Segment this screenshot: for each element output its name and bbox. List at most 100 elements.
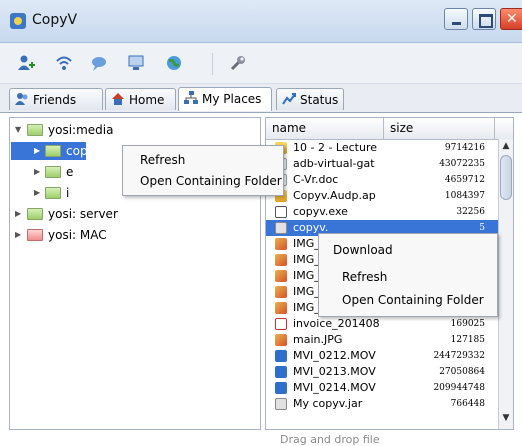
menu-item-download[interactable]: Download	[319, 239, 497, 261]
add-user-icon[interactable]	[17, 54, 35, 72]
file-size: 27050864	[439, 367, 485, 377]
vertical-scrollbar[interactable]: ▲ ▼	[498, 139, 513, 429]
image-icon	[275, 302, 287, 314]
menu-item-open-containing-folder[interactable]: Open Containing Folder	[123, 171, 283, 191]
file-name: MVI_0213.MOV	[293, 365, 376, 378]
image-icon	[275, 334, 287, 346]
tree-context-menu: Refresh Open Containing Folder	[122, 145, 284, 196]
tab-status[interactable]: Status	[276, 88, 344, 110]
chat-icon[interactable]	[90, 54, 108, 72]
image-icon	[275, 286, 287, 298]
menu-item-label: Download	[333, 243, 393, 257]
file-row[interactable]: My copyv.jar 766448	[266, 396, 498, 412]
menu-item-refresh[interactable]: Refresh	[319, 266, 497, 288]
file-context-menu: Download Refresh Open Containing Folder	[318, 233, 498, 317]
movie-icon	[275, 366, 287, 378]
file-list-header: name size	[266, 118, 513, 140]
tree-item-label: yosi: server	[48, 207, 118, 221]
chevron-right-icon[interactable]: ▶	[34, 162, 40, 182]
home-icon	[112, 93, 124, 105]
file-name: My copyv.jar	[293, 397, 363, 410]
chevron-down-icon[interactable]: ▼	[15, 120, 21, 140]
menu-item-refresh[interactable]: Refresh	[123, 150, 283, 170]
maximize-button[interactable]	[472, 8, 496, 30]
file-row[interactable]: MVI_0212.MOV 244729332	[266, 348, 498, 364]
file-name: 10 - 2 - Lecture	[293, 141, 378, 154]
file-size: 209944748	[433, 383, 485, 393]
file-size: 766448	[450, 399, 485, 409]
folder-icon	[27, 124, 43, 136]
file-size: 169025	[450, 319, 485, 329]
scroll-down-icon[interactable]: ▼	[499, 413, 513, 425]
file-row[interactable]: Copyv.Audp.ap 1084397	[266, 188, 498, 204]
exe-icon	[275, 206, 287, 218]
web-icon[interactable]	[165, 54, 183, 72]
file-row[interactable]: MVI_0214.MOV 209944748	[266, 380, 498, 396]
jar-icon	[275, 222, 287, 234]
close-icon: ✕	[506, 11, 518, 27]
column-divider[interactable]	[494, 118, 495, 139]
tree-item-yosi-mac[interactable]: ▶ yosi: MAC	[10, 225, 260, 245]
scroll-up-icon[interactable]: ▲	[499, 141, 513, 153]
image-icon	[275, 254, 287, 266]
menu-item-label: Open Containing Folder	[342, 293, 484, 307]
file-size: 32256	[456, 207, 485, 217]
folder-icon	[45, 166, 61, 178]
tree-item-yosi-media[interactable]: ▼ yosi:media	[10, 120, 260, 140]
menu-item-open-containing-folder[interactable]: Open Containing Folder	[319, 289, 497, 311]
file-name: MVI_0212.MOV	[293, 349, 376, 362]
pdf-icon	[275, 318, 287, 330]
tree-item-yosi-server[interactable]: ▶ yosi: server	[10, 204, 260, 224]
file-row[interactable]: copyv.exe 32256	[266, 204, 498, 220]
tab-friends[interactable]: Friends	[9, 88, 103, 110]
file-row[interactable]: invoice_2014082 169025	[266, 316, 498, 332]
tab-label: My Places	[202, 92, 262, 106]
column-header-name[interactable]: name	[272, 121, 306, 135]
places-icon	[184, 91, 198, 104]
tab-bar: Friends Home My Places Status	[0, 84, 522, 113]
drag-drop-hint: Drag and drop file	[280, 433, 380, 446]
folder-icon	[27, 208, 43, 220]
wifi-icon[interactable]	[55, 54, 73, 72]
tab-my-places[interactable]: My Places	[178, 87, 272, 111]
file-row[interactable]: adb-virtual-gat 43072235	[266, 156, 498, 172]
file-size: 4659712	[444, 175, 485, 185]
file-name: adb-virtual-gat	[293, 157, 375, 170]
file-name: copyv.exe	[293, 205, 348, 218]
tab-home[interactable]: Home	[105, 88, 176, 110]
minimize-button[interactable]	[444, 8, 468, 30]
file-size: 43072235	[439, 159, 485, 169]
toolbar	[0, 43, 522, 84]
scroll-thumb[interactable]	[500, 155, 512, 200]
movie-icon	[275, 382, 287, 394]
tree-item-label: yosi: MAC	[48, 228, 107, 242]
file-row[interactable]: 10 - 2 - Lecture 9714216	[266, 140, 498, 156]
column-divider[interactable]	[383, 118, 384, 139]
file-name: C-Vr.doc	[293, 173, 339, 186]
monitor-icon[interactable]	[127, 54, 145, 72]
tree-item-label: i	[66, 186, 70, 200]
menu-item-label: Refresh	[140, 153, 186, 167]
title-bar: CopyV ✕	[0, 0, 522, 43]
file-row[interactable]: main.JPG 127185	[266, 332, 498, 348]
menu-item-label: Refresh	[342, 270, 388, 284]
file-size: 1084397	[444, 191, 485, 201]
folder-icon	[45, 145, 61, 157]
file-row[interactable]: MVI_0213.MOV 27050864	[266, 364, 498, 380]
maximize-icon	[479, 14, 493, 28]
chevron-right-icon[interactable]: ▶	[34, 141, 40, 161]
folder-icon	[27, 229, 43, 241]
chevron-right-icon[interactable]: ▶	[15, 204, 21, 224]
close-button[interactable]: ✕	[500, 8, 522, 30]
chevron-right-icon[interactable]: ▶	[34, 183, 40, 203]
tab-label: Home	[129, 93, 165, 107]
file-name: invoice_2014082	[293, 317, 379, 330]
wrench-icon[interactable]	[229, 54, 247, 72]
file-row[interactable]: C-Vr.doc 4659712	[266, 172, 498, 188]
jar-icon	[275, 398, 287, 410]
chevron-right-icon[interactable]: ▶	[15, 225, 21, 245]
tree-item-label: yosi:media	[48, 123, 114, 137]
column-header-size[interactable]: size	[390, 121, 413, 135]
friends-icon	[15, 93, 28, 105]
tree-item-label: e	[66, 165, 74, 179]
